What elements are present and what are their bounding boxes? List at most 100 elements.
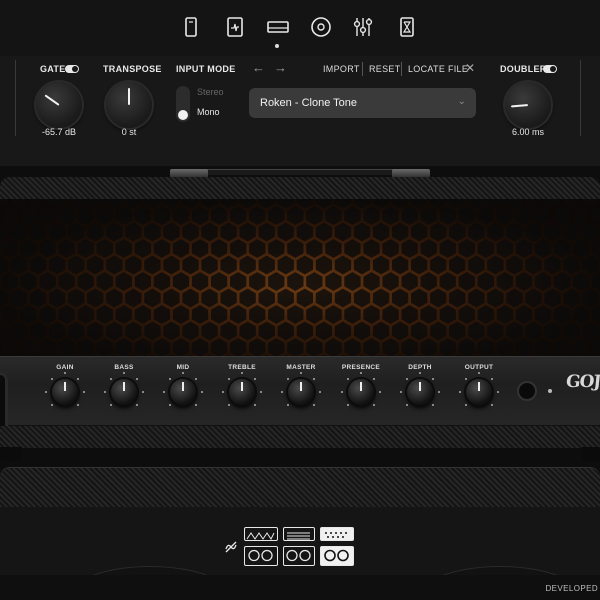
- grille-cell: [125, 255, 142, 275]
- input-mode-mono[interactable]: Mono: [197, 107, 220, 117]
- grille-cell: [563, 199, 580, 209]
- gain-knob[interactable]: [52, 379, 78, 405]
- master-knob[interactable]: [288, 379, 314, 405]
- bass-label: BASS: [114, 364, 134, 371]
- metronome-hourglass-icon[interactable]: [394, 14, 420, 40]
- cab-3-speaker-icon[interactable]: [320, 546, 354, 566]
- grille-cell: [258, 199, 275, 209]
- grille-cell: [439, 305, 456, 324]
- grille-cell: [420, 206, 437, 225]
- grille-cell: [249, 239, 266, 258]
- grille-cell: [573, 206, 590, 225]
- grille-cell: [582, 288, 599, 308]
- input-mode-stereo[interactable]: Stereo: [197, 87, 224, 97]
- mixer-sliders-icon[interactable]: [350, 14, 376, 40]
- input-mode-switch[interactable]: [176, 86, 190, 122]
- tuner-icon[interactable]: [222, 14, 248, 40]
- grille-cell: [401, 338, 418, 356]
- grille-cell: [68, 222, 85, 242]
- grille-cell: [191, 305, 209, 324]
- grille-cell: [277, 222, 294, 242]
- cab-3-top-icon[interactable]: [320, 527, 354, 541]
- cab-bypass-icon[interactable]: [224, 540, 238, 559]
- close-icon[interactable]: ✕: [465, 61, 475, 75]
- grille-cell: [382, 272, 399, 291]
- grille-cell: [287, 338, 304, 356]
- grille-cell: [392, 255, 409, 275]
- cab-2-top-icon[interactable]: [283, 527, 315, 541]
- presence-knob[interactable]: [348, 379, 374, 405]
- grille-cell: [315, 199, 332, 209]
- grille-cell: [363, 239, 380, 258]
- cab-2-speaker-icon[interactable]: [283, 546, 315, 566]
- grille-cell: [163, 222, 180, 242]
- cd-player-icon[interactable]: [308, 14, 334, 40]
- redo-arrow-icon[interactable]: →: [274, 60, 287, 75]
- gate-toggle[interactable]: [65, 65, 79, 73]
- grille-cell: [172, 305, 190, 324]
- grille-cell: [77, 305, 94, 324]
- grille-cell: [211, 338, 228, 356]
- knob-tick: [201, 391, 203, 393]
- grille-cell: [58, 338, 75, 356]
- output-knob[interactable]: [466, 379, 492, 405]
- undo-arrow-icon[interactable]: ←: [252, 60, 265, 75]
- grille-cell: [191, 338, 209, 356]
- grille-cell: [268, 272, 285, 291]
- grille-cell: [458, 272, 475, 291]
- cab-1-speaker-icon[interactable]: [244, 546, 278, 566]
- grille-cell: [30, 255, 47, 275]
- grille-cell: [172, 239, 190, 258]
- gate-knob[interactable]: [36, 82, 82, 128]
- grille-cell: [268, 239, 285, 258]
- preset-page-icon[interactable]: [178, 14, 204, 40]
- grille-cell: [430, 321, 447, 341]
- preset-selector[interactable]: Roken - Clone Tone ⌄: [249, 88, 476, 118]
- grille-cell: [239, 222, 256, 242]
- treble-knob[interactable]: [229, 379, 255, 405]
- grille-cell: [392, 321, 409, 341]
- transpose-knob[interactable]: [106, 82, 152, 128]
- locate-file-button[interactable]: LOCATE FILE: [408, 64, 468, 74]
- amp-head-icon[interactable]: [265, 14, 291, 40]
- grille-cell: [582, 321, 599, 341]
- grille-cell: [249, 338, 266, 356]
- grille-cell: [515, 272, 533, 291]
- grille-cell: [191, 239, 209, 258]
- grille-cell: [30, 199, 47, 209]
- grille-cell: [1, 239, 18, 258]
- divider: [401, 62, 402, 76]
- knob-tick: [64, 372, 66, 374]
- grille-cell: [306, 272, 323, 291]
- doubler-toggle[interactable]: [543, 65, 557, 73]
- grille-cell: [306, 305, 323, 324]
- grille-cell: [87, 255, 104, 275]
- grille-cell: [10, 255, 28, 275]
- grille-cell: [573, 239, 590, 258]
- grille-cell: [353, 199, 371, 209]
- grille-cell: [153, 338, 171, 356]
- depth-knob[interactable]: [407, 379, 433, 405]
- grille-cell: [506, 199, 523, 209]
- grille-cell: [534, 206, 552, 225]
- bass-knob[interactable]: [111, 379, 137, 405]
- grille-cell: [344, 206, 361, 225]
- grille-cell: [372, 255, 390, 275]
- grille-cell: [58, 272, 75, 291]
- reset-button[interactable]: RESET: [369, 64, 401, 74]
- import-button[interactable]: IMPORT: [323, 64, 360, 74]
- grille-cell: [315, 288, 332, 308]
- grille-cell: [534, 305, 552, 324]
- grille-cell: [544, 199, 561, 209]
- grille-cell: [258, 255, 275, 275]
- mid-knob[interactable]: [170, 379, 196, 405]
- grille-cell: [182, 321, 199, 341]
- grille-cell: [125, 321, 142, 341]
- grille-cell: [96, 305, 113, 324]
- grille-cell: [220, 321, 237, 341]
- cab-1-top-icon[interactable]: [244, 527, 278, 541]
- grille-cell: [458, 206, 475, 225]
- doubler-knob[interactable]: [505, 82, 551, 128]
- grille-cell: [296, 255, 313, 275]
- grille-cell: [487, 255, 504, 275]
